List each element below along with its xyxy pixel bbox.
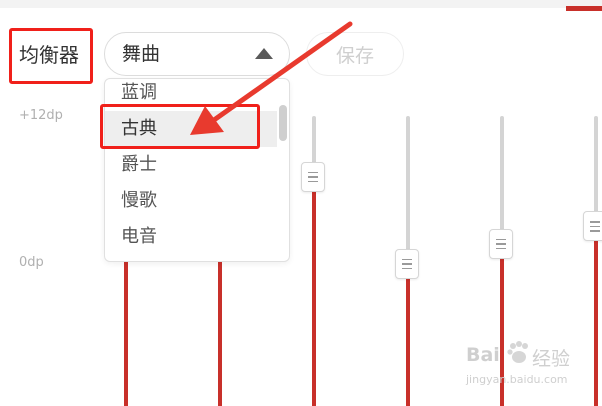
watermark-brand: Bai (466, 344, 500, 366)
baidu-watermark: Bai 经验 jingyan.baidu.com (466, 338, 600, 400)
watermark-url: jingyan.baidu.com (466, 373, 568, 386)
watermark-product: 经验 (532, 348, 571, 370)
baidu-paw-icon (507, 341, 528, 363)
